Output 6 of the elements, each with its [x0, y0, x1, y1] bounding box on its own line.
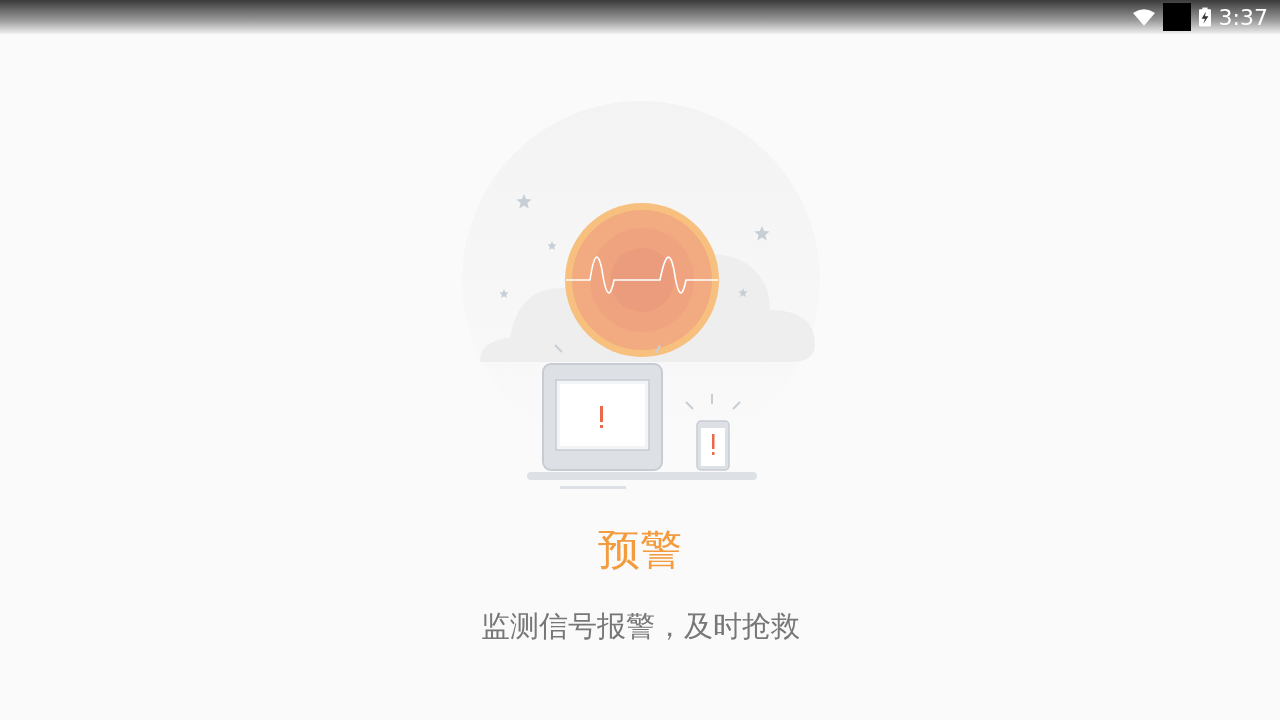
subtitle: 监测信号报警，及时抢救	[480, 608, 800, 645]
title: 预警	[598, 524, 682, 576]
clock-time: 3:37	[1218, 4, 1268, 30]
wifi-icon	[1132, 8, 1155, 26]
notification-icon	[1162, 3, 1191, 31]
battery-charging-icon	[1198, 7, 1211, 27]
